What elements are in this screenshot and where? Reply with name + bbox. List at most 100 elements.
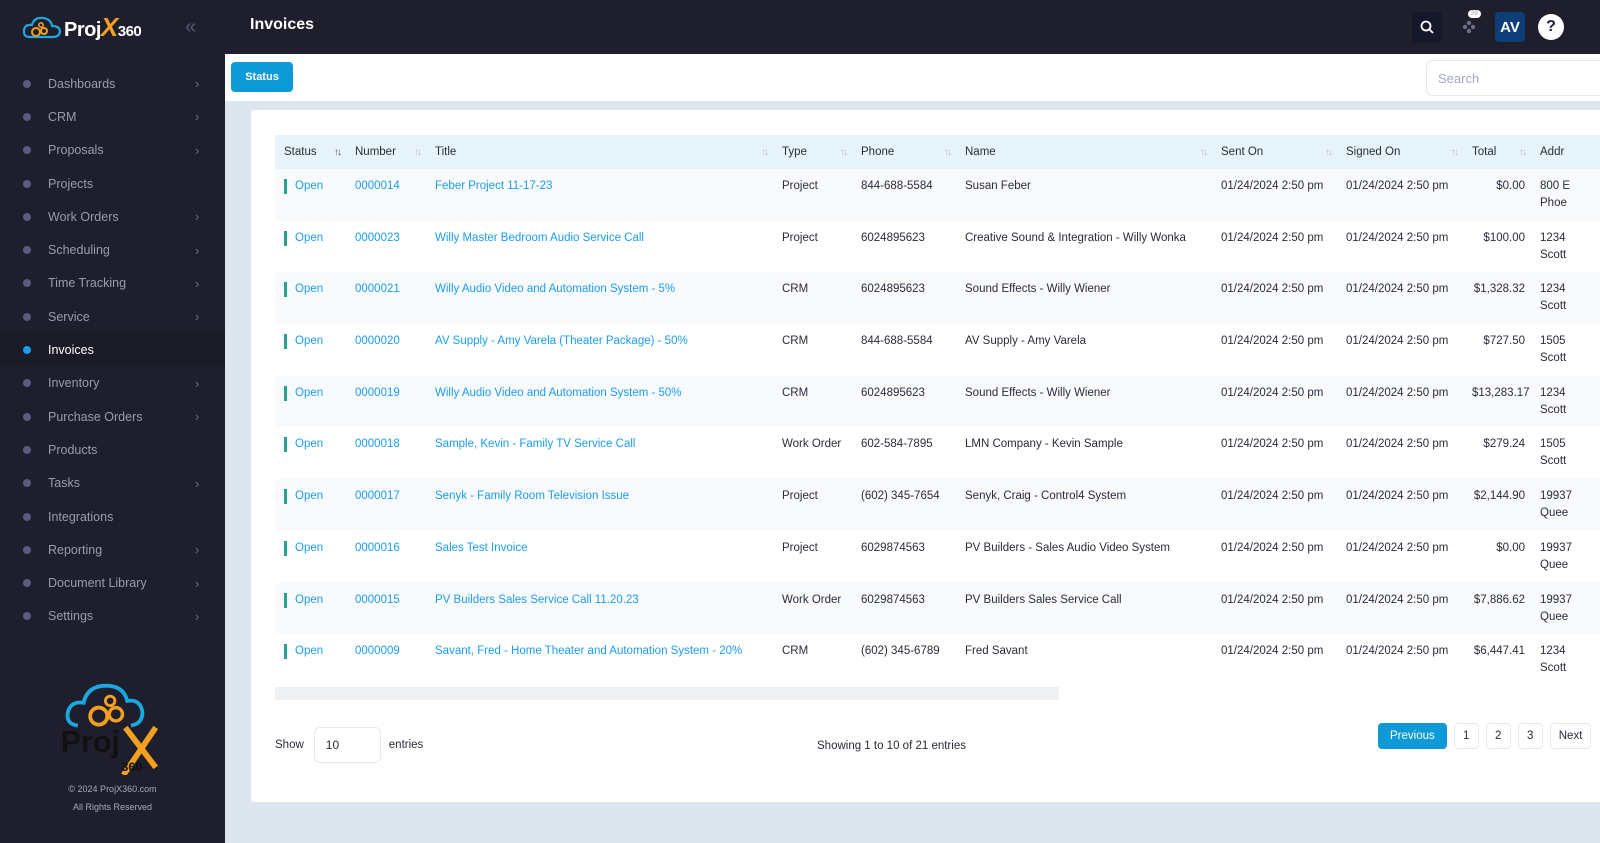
- page-button-3[interactable]: 3: [1517, 723, 1543, 749]
- search-input[interactable]: [1426, 60, 1600, 96]
- brand-name: ProjX360: [64, 12, 142, 43]
- column-header-phone[interactable]: Phone ↑↓: [852, 135, 956, 169]
- table-row[interactable]: Open 0000018 Sample, Kevin - Family TV S…: [275, 427, 1600, 479]
- sidebar-item-dashboards[interactable]: Dashboards ›: [0, 67, 225, 100]
- user-avatar[interactable]: AV: [1495, 12, 1525, 42]
- address-line-2: Phoe: [1540, 197, 1567, 209]
- sidebar-item-integrations[interactable]: Integrations: [0, 500, 225, 533]
- notifications-button[interactable]: 39: [1454, 10, 1484, 42]
- number-link[interactable]: 0000023: [346, 221, 426, 273]
- next-page-button[interactable]: Next: [1549, 723, 1592, 749]
- title-link[interactable]: PV Builders Sales Service Call 11.20.23: [426, 583, 773, 635]
- number-link[interactable]: 0000009: [346, 634, 426, 686]
- sort-icon[interactable]: ↑↓: [761, 147, 769, 158]
- status-cell[interactable]: Open: [275, 427, 346, 479]
- title-link[interactable]: Willy Audio Video and Automation System …: [426, 376, 773, 428]
- status-cell[interactable]: Open: [275, 272, 346, 324]
- sidebar-item-purchase-orders[interactable]: Purchase Orders ›: [0, 400, 225, 433]
- status-cell[interactable]: Open: [275, 634, 346, 686]
- table-row[interactable]: Open 0000020 AV Supply - Amy Varela (The…: [275, 324, 1600, 376]
- sent-on-cell: 01/24/2024 2:50 pm: [1221, 490, 1324, 503]
- sidebar-item-tasks[interactable]: Tasks ›: [0, 467, 225, 500]
- status-cell[interactable]: Open: [275, 479, 346, 531]
- sidebar-item-time-tracking[interactable]: Time Tracking ›: [0, 267, 225, 300]
- sidebar-item-label: Reporting: [48, 542, 103, 557]
- title-link[interactable]: Feber Project 11-17-23: [426, 169, 773, 221]
- global-search-button[interactable]: [1412, 12, 1442, 42]
- sidebar-item-products[interactable]: Products: [0, 433, 225, 466]
- number-link[interactable]: 0000015: [346, 583, 426, 635]
- column-header-status[interactable]: Status ↑↓: [275, 135, 346, 169]
- brand-logo[interactable]: ProjX360: [22, 12, 142, 43]
- name-cell: Sound Effects - Willy Wiener: [965, 386, 1111, 399]
- status-cell[interactable]: Open: [275, 376, 346, 428]
- table-row[interactable]: Open 0000009 Savant, Fred - Home Theater…: [275, 634, 1600, 686]
- title-link[interactable]: Savant, Fred - Home Theater and Automati…: [426, 634, 773, 686]
- sidebar-item-reporting[interactable]: Reporting ›: [0, 533, 225, 566]
- number-link[interactable]: 0000016: [346, 531, 426, 583]
- sort-icon[interactable]: ↑↓: [1451, 147, 1459, 158]
- title-link[interactable]: Senyk - Family Room Television Issue: [426, 479, 773, 531]
- column-header-signed-on[interactable]: Signed On ↑↓: [1337, 135, 1463, 169]
- sidebar-item-work-orders[interactable]: Work Orders ›: [0, 200, 225, 233]
- column-header-addr[interactable]: Addr: [1531, 135, 1600, 169]
- title-link[interactable]: Sales Test Invoice: [426, 531, 773, 583]
- table-row[interactable]: Open 0000017 Senyk - Family Room Televis…: [275, 479, 1600, 531]
- status-filter-button[interactable]: Status: [231, 62, 293, 92]
- sidebar-item-document-library[interactable]: Document Library ›: [0, 566, 225, 599]
- title-link[interactable]: Willy Audio Video and Automation System …: [426, 272, 773, 324]
- sort-icon[interactable]: ↑↓: [334, 147, 342, 158]
- status-cell[interactable]: Open: [275, 221, 346, 273]
- type-cell: Project: [782, 180, 818, 192]
- sidebar-item-crm[interactable]: CRM ›: [0, 100, 225, 133]
- table-row[interactable]: Open 0000016 Sales Test Invoice Project …: [275, 531, 1600, 583]
- table-row[interactable]: Open 0000019 Willy Audio Video and Autom…: [275, 375, 1600, 428]
- title-link[interactable]: Willy Master Bedroom Audio Service Call: [426, 221, 773, 273]
- table-row[interactable]: Open 0000021 Willy Audio Video and Autom…: [275, 272, 1600, 325]
- number-link[interactable]: 0000018: [346, 427, 426, 479]
- pagination: Previous 1 2 3 Next: [1378, 723, 1592, 749]
- sidebar-item-settings[interactable]: Settings ›: [0, 600, 225, 633]
- column-header-sent-on[interactable]: Sent On ↑↓: [1212, 135, 1337, 169]
- page-button-2[interactable]: 2: [1485, 723, 1511, 749]
- sort-icon[interactable]: ↑↓: [1200, 147, 1208, 158]
- title-link[interactable]: Sample, Kevin - Family TV Service Call: [426, 427, 773, 479]
- sidebar-item-service[interactable]: Service ›: [0, 300, 225, 333]
- sort-icon[interactable]: ↑↓: [1325, 147, 1333, 158]
- column-header-name[interactable]: Name ↑↓: [956, 135, 1212, 169]
- page-size-input[interactable]: [313, 727, 381, 763]
- sort-icon[interactable]: ↑↓: [414, 147, 422, 158]
- status-cell[interactable]: Open: [275, 169, 346, 221]
- number-link[interactable]: 0000020: [346, 324, 426, 376]
- sort-icon[interactable]: ↑↓: [1519, 147, 1527, 158]
- column-header-type[interactable]: Type ↑↓: [773, 135, 852, 169]
- sidebar-item-inventory[interactable]: Inventory ›: [0, 367, 225, 400]
- status-cell[interactable]: Open: [275, 583, 346, 635]
- column-header-total[interactable]: Total ↑↓: [1463, 135, 1531, 169]
- number-link[interactable]: 0000019: [346, 376, 426, 428]
- table-row[interactable]: Open 0000023 Willy Master Bedroom Audio …: [275, 221, 1600, 273]
- number-link[interactable]: 0000017: [346, 479, 426, 531]
- title-link[interactable]: AV Supply - Amy Varela (Theater Package)…: [426, 324, 773, 376]
- sort-icon[interactable]: ↑↓: [840, 147, 848, 158]
- collapse-sidebar-icon[interactable]: «: [185, 16, 196, 39]
- sort-icon[interactable]: ↑↓: [944, 147, 952, 158]
- number-link[interactable]: 0000021: [346, 272, 426, 324]
- sidebar-item-scheduling[interactable]: Scheduling ›: [0, 233, 225, 266]
- column-header-number[interactable]: Number ↑↓: [346, 135, 426, 169]
- table-row[interactable]: Open 0000015 PV Builders Sales Service C…: [275, 582, 1600, 635]
- address-cell: 1234 Scott: [1531, 272, 1600, 324]
- status-cell[interactable]: Open: [275, 531, 346, 583]
- column-header-label: Name: [965, 146, 996, 158]
- page-button-1[interactable]: 1: [1453, 723, 1479, 749]
- previous-page-button[interactable]: Previous: [1378, 723, 1447, 749]
- help-icon[interactable]: ?: [1538, 14, 1564, 40]
- sidebar-item-proposals[interactable]: Proposals ›: [0, 134, 225, 167]
- status-cell[interactable]: Open: [275, 324, 346, 376]
- number-link[interactable]: 0000014: [346, 169, 426, 221]
- sidebar-item-projects[interactable]: Projects: [0, 167, 225, 200]
- column-header-title[interactable]: Title ↑↓: [426, 135, 773, 169]
- sidebar-item-invoices[interactable]: Invoices: [0, 333, 225, 367]
- horizontal-scrollbar[interactable]: [275, 687, 1059, 700]
- table-row[interactable]: Open 0000014 Feber Project 11-17-23 Proj…: [275, 169, 1600, 221]
